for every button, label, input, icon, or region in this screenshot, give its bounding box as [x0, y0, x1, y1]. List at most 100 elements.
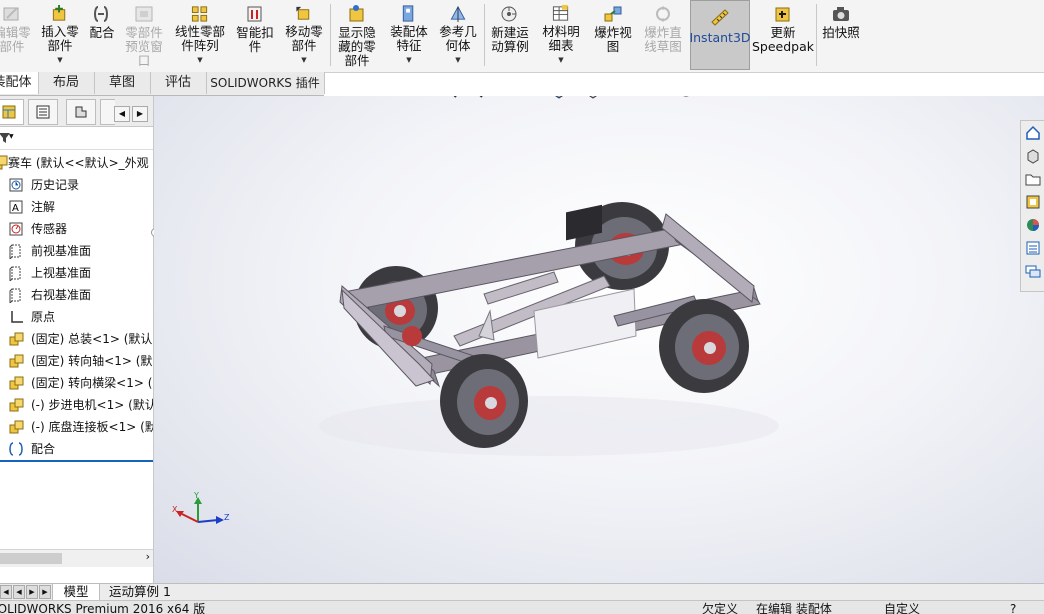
new-motion-study-button[interactable]: 新建运 动算例 — [486, 0, 534, 70]
appearances-icon[interactable] — [1022, 214, 1044, 236]
tree-item[interactable]: (-) 步进电机<1> (默认 — [0, 394, 153, 416]
tree-item[interactable]: (固定) 总装<1> (默认< — [0, 328, 153, 350]
camera-icon — [833, 7, 849, 21]
property-manager-tab[interactable] — [28, 99, 58, 125]
chevron-right-icon[interactable]: ▶ — [132, 106, 148, 122]
insert-component-icon — [52, 4, 66, 21]
tree-item-label: 注解 — [31, 200, 56, 214]
chevron-down-icon[interactable]: ▼ — [301, 53, 306, 67]
forum-icon[interactable] — [1022, 260, 1044, 282]
tree-item[interactable]: A 注解 — [0, 196, 153, 218]
tree-filter-row[interactable]: ▼ — [0, 127, 153, 150]
tree-item-label: (-) 步进电机<1> (默认 — [31, 398, 153, 412]
tree-item-label: 上视基准面 — [31, 266, 92, 280]
move-component-icon — [296, 6, 310, 20]
triad-x-label: X — [172, 505, 178, 514]
mates-folder-icon — [8, 441, 24, 457]
dimxpert-tab[interactable] — [100, 99, 115, 125]
status-bar: SOLIDWORKS Premium 2016 x64 版 欠定义 在编辑 装配… — [0, 600, 1044, 614]
explode-line-sketch-button[interactable]: 爆炸直 线草图 — [638, 0, 688, 70]
tree-item-label: (固定) 转向横梁<1> (默 — [31, 376, 153, 390]
smart-fastener-button[interactable]: 智能扣 件 — [232, 0, 278, 70]
linear-pattern-button[interactable]: 线性零部 件阵列 ▼ — [170, 0, 230, 70]
tree-item[interactable]: (固定) 转向轴<1> (默认 — [0, 350, 153, 372]
tab-model[interactable]: 模型 — [52, 584, 100, 600]
assembly-feature-button[interactable]: 装配体 特征 ▼ — [384, 0, 434, 70]
chevron-down-icon: ▼ — [9, 133, 14, 140]
tab-assembly[interactable]: 装配体 — [0, 72, 39, 94]
design-library-icon[interactable] — [1022, 145, 1044, 167]
tree-item[interactable]: 原点 — [0, 306, 153, 328]
tree-root-assembly[interactable]: 赛车 (默认<<默认>_外观 — [0, 152, 153, 174]
tree-item[interactable]: 传感器 — [0, 218, 153, 240]
feature-manager-tab[interactable] — [0, 99, 24, 125]
edit-component-button[interactable]: 编辑零 部件 — [0, 0, 36, 70]
svg-text:A: A — [12, 203, 19, 214]
task-pane-tabs — [1020, 120, 1044, 292]
chassis-model-3d[interactable] — [154, 96, 1044, 583]
subassembly-icon — [8, 397, 24, 413]
configuration-manager-tab[interactable] — [66, 99, 96, 125]
chevron-down-icon[interactable]: ▼ — [406, 53, 411, 67]
exploded-view-icon — [604, 6, 622, 22]
view-palette-icon[interactable] — [1022, 191, 1044, 213]
tab-layout[interactable]: 布局 — [38, 72, 95, 94]
bill-of-materials-button[interactable]: 材料明 细表 ▼ — [536, 0, 586, 70]
new-motion-study-icon — [501, 6, 517, 22]
first-tab-icon[interactable]: ◀ — [0, 585, 12, 599]
take-snapshot-button[interactable]: 拍快照 — [818, 0, 864, 70]
insert-component-button[interactable]: 插入零 部件 ▼ — [36, 0, 84, 70]
custom-properties-icon[interactable] — [1022, 237, 1044, 259]
panel-tabs: ◀ ▶ — [0, 96, 153, 127]
property-manager-icon — [36, 105, 50, 119]
move-component-button[interactable]: 移动零 部件 ▼ — [280, 0, 328, 70]
scrollbar-thumb[interactable] — [0, 553, 62, 564]
exploded-view-button[interactable]: 爆炸视 图 — [588, 0, 638, 70]
preview-window-button[interactable]: 零部件 预览窗 口 — [120, 0, 168, 70]
ribbon-separator — [816, 4, 817, 66]
help-icon[interactable]: ? — [1010, 601, 1016, 614]
wheel-front-right[interactable] — [659, 299, 749, 393]
chevron-down-icon[interactable]: ▼ — [558, 53, 563, 67]
tree-item[interactable]: (固定) 转向横梁<1> (默 — [0, 372, 153, 394]
tree-item-label: (-) 底盘连接板<1> (默 — [31, 420, 153, 434]
status-edit-mode: 在编辑 装配体 — [756, 602, 832, 614]
graphics-viewport[interactable]: ▼▼▼▼▼▼ — [154, 96, 1044, 583]
tab-sketch[interactable]: 草图 — [94, 72, 151, 94]
tree-item-label: 原点 — [31, 310, 56, 324]
bom-icon — [552, 4, 569, 21]
tree-item-label: 历史记录 — [31, 178, 80, 192]
next-tab-icon[interactable]: ▶ — [26, 585, 38, 599]
tree-item[interactable]: 上视基准面 — [0, 262, 153, 284]
update-speedpak-button[interactable]: 更新 Speedpak — [752, 0, 814, 70]
mate-button[interactable]: 配合 — [84, 0, 120, 70]
triad-y-label: Y — [193, 492, 199, 500]
chevron-down-icon[interactable]: ▼ — [57, 53, 62, 67]
show-hidden-components-button[interactable]: 显示隐 藏的零 部件 — [332, 0, 382, 70]
tree-item[interactable]: 前视基准面 — [0, 240, 153, 262]
chevron-down-icon[interactable]: ▼ — [197, 53, 202, 67]
tab-evaluate[interactable]: 评估 — [150, 72, 207, 94]
tree-item[interactable]: 右视基准面 — [0, 284, 153, 306]
plane-icon — [8, 265, 24, 283]
status-units[interactable]: 自定义 — [884, 601, 920, 614]
tree-item-label: 前视基准面 — [31, 244, 92, 258]
bottom-tab-bar: ◀ ◀ ▶ ▶ 模型 运动算例 1 — [0, 583, 1044, 600]
tab-solidworks-addins[interactable]: SOLIDWORKS 插件 — [206, 72, 325, 94]
tree-item[interactable]: (-) 底盘连接板<1> (默 — [0, 416, 153, 438]
prev-tab-icon[interactable]: ◀ — [13, 585, 25, 599]
reference-geometry-button[interactable]: 参考几 何体 ▼ — [434, 0, 482, 70]
horizontal-scrollbar[interactable]: › — [0, 549, 153, 567]
file-explorer-icon[interactable] — [1022, 168, 1044, 190]
tree-item[interactable]: 配合 — [0, 438, 153, 462]
chevron-down-icon[interactable]: ▼ — [455, 53, 460, 67]
last-tab-icon[interactable]: ▶ — [39, 585, 51, 599]
chevron-right-icon[interactable]: › — [146, 550, 150, 563]
home-icon[interactable] — [1022, 122, 1044, 144]
chevron-left-icon[interactable]: ◀ — [114, 106, 130, 122]
wheel-front-left[interactable] — [440, 354, 528, 448]
tree-item[interactable]: 历史记录 — [0, 174, 153, 196]
tab-motion-study-1[interactable]: 运动算例 1 — [100, 584, 180, 600]
explode-line-sketch-icon — [656, 6, 670, 22]
instant3d-button[interactable]: Instant3D — [689, 0, 751, 70]
